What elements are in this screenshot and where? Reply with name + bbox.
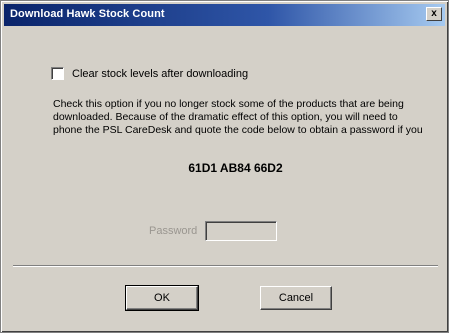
ok-button[interactable]: OK <box>125 285 199 311</box>
separator <box>13 265 438 267</box>
title-bar[interactable]: Download Hawk Stock Count x <box>4 4 445 26</box>
clear-stock-checkbox[interactable] <box>51 67 64 80</box>
password-field[interactable] <box>205 221 278 241</box>
download-stock-count-dialog: Download Hawk Stock Count x Clear stock … <box>0 0 449 333</box>
care-desk-code: 61D1 AB84 66D2 <box>188 161 283 175</box>
cancel-button[interactable]: Cancel <box>260 286 332 310</box>
password-row: Password <box>149 221 278 241</box>
clear-stock-option[interactable]: Clear stock levels after downloading <box>51 67 248 80</box>
clear-stock-label[interactable]: Clear stock levels after downloading <box>72 68 248 80</box>
window-title: Download Hawk Stock Count <box>10 8 165 20</box>
password-label: Password <box>149 225 198 237</box>
option-description: Check this option if you no longer stock… <box>53 98 423 136</box>
close-button[interactable]: x <box>426 7 442 21</box>
close-icon: x <box>431 8 437 19</box>
